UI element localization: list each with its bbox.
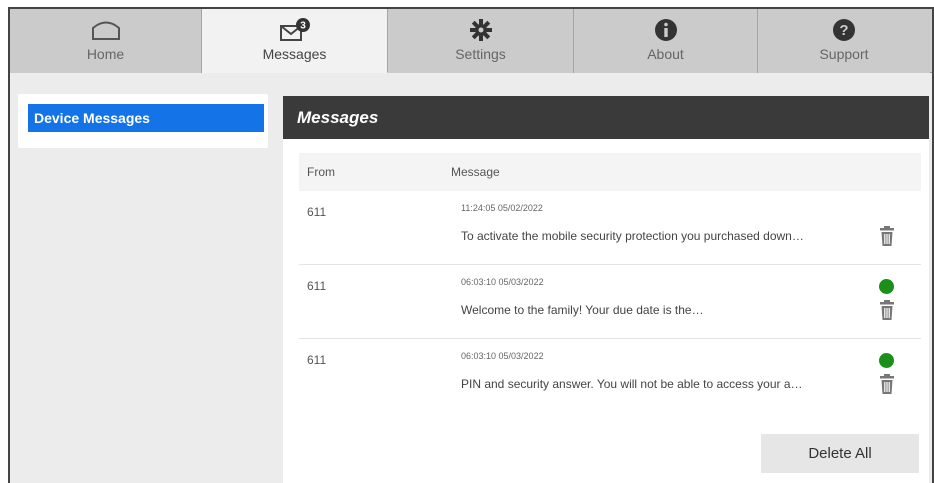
- message-time: 11:24:05 05/02/2022: [461, 203, 543, 213]
- tab-about-label: About: [647, 46, 684, 62]
- tab-settings-label: Settings: [455, 46, 506, 62]
- messages-table: From Message 611 11:24:05 05/02/2022 To …: [299, 153, 921, 413]
- table-row[interactable]: 611 06:03:10 05/03/2022 Welcome to the f…: [299, 265, 921, 339]
- tab-messages[interactable]: 3 Messages: [202, 9, 388, 73]
- tab-home[interactable]: Home: [10, 9, 202, 73]
- unread-indicator: [879, 353, 894, 368]
- messages-panel: Messages From Message 611 11:24:05 05/02…: [283, 96, 929, 483]
- svg-text:?: ?: [839, 22, 848, 39]
- trash-icon[interactable]: [879, 373, 895, 400]
- sidebar: Device Messages: [18, 94, 268, 148]
- trash-icon[interactable]: [879, 225, 895, 252]
- tab-support[interactable]: ? Support: [758, 9, 930, 73]
- tab-messages-label: Messages: [262, 46, 327, 62]
- message-time: 06:03:10 05/03/2022: [461, 277, 544, 287]
- message-from: 611: [307, 205, 327, 219]
- message-preview[interactable]: PIN and security answer. You will not be…: [461, 377, 871, 391]
- messages-icon: 3: [278, 17, 312, 43]
- tab-about[interactable]: About: [574, 9, 758, 73]
- tab-home-label: Home: [86, 46, 125, 62]
- tab-settings[interactable]: Settings: [388, 9, 574, 73]
- gear-icon: [469, 17, 493, 43]
- table-row[interactable]: 611 06:03:10 05/03/2022 PIN and security…: [299, 339, 921, 413]
- message-time: 06:03:10 05/03/2022: [461, 351, 544, 361]
- message-preview[interactable]: Welcome to the family! Your due date is …: [461, 303, 871, 317]
- table-row[interactable]: 611 11:24:05 05/02/2022 To activate the …: [299, 191, 921, 265]
- home-icon: [91, 17, 121, 43]
- message-from: 611: [307, 353, 327, 367]
- column-message: Message: [451, 165, 500, 179]
- message-from: 611: [307, 279, 327, 293]
- delete-all-button[interactable]: Delete All: [761, 434, 919, 473]
- info-icon: [654, 17, 678, 43]
- app-frame: Home 3 Messages Settings About ? Support…: [8, 7, 934, 483]
- question-icon: ?: [832, 17, 856, 43]
- panel-title: Messages: [283, 96, 929, 139]
- tab-support-label: Support: [819, 46, 869, 62]
- unread-indicator: [879, 279, 894, 294]
- trash-icon[interactable]: [879, 299, 895, 326]
- top-nav-tabs: Home 3 Messages Settings About ? Support: [10, 9, 932, 73]
- message-preview[interactable]: To activate the mobile security protecti…: [461, 229, 871, 243]
- table-header: From Message: [299, 153, 921, 191]
- sidebar-item-device-messages[interactable]: Device Messages: [28, 104, 264, 132]
- messages-badge: 3: [300, 21, 306, 32]
- column-from: From: [307, 165, 335, 179]
